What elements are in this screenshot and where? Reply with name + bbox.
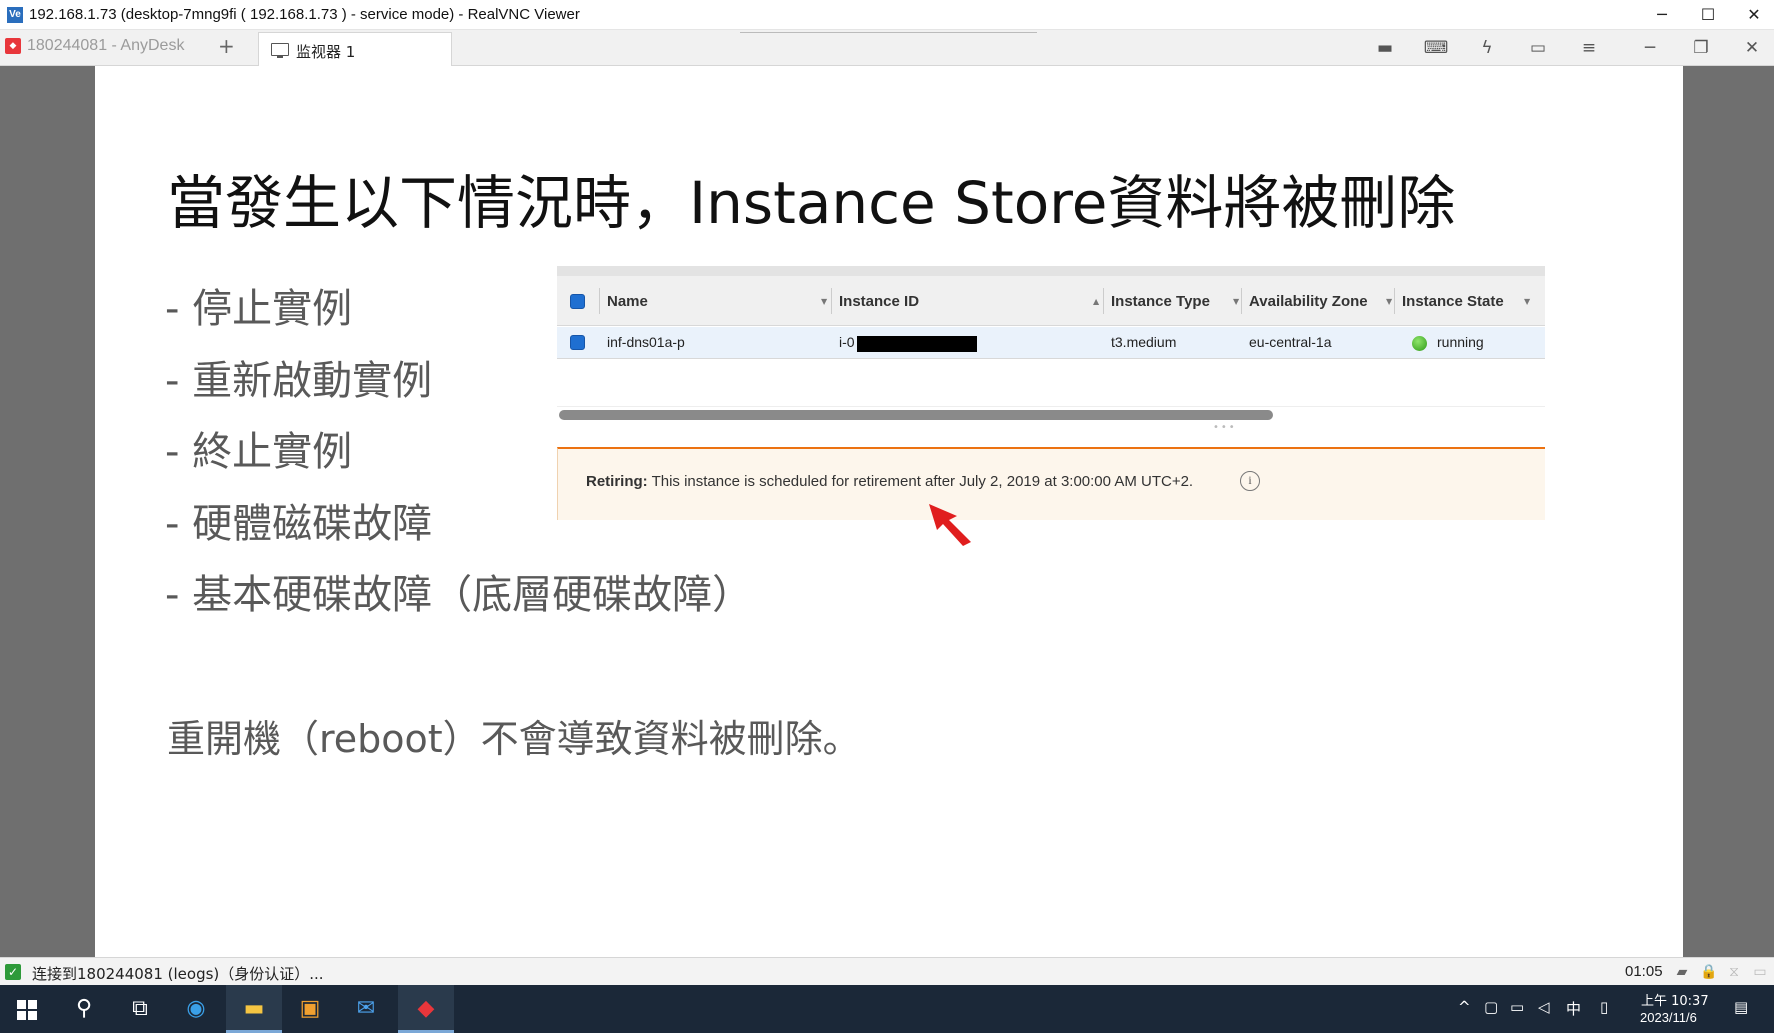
notification-icon[interactable]: ▤ <box>1734 998 1748 1016</box>
task-view-icon[interactable]: ⧉ <box>112 985 168 1033</box>
cell-instance-id: i-0 <box>839 334 855 350</box>
anydesk-logo-icon: ◆ <box>5 38 21 54</box>
tab-monitor-1[interactable]: 监视器 1 <box>258 32 452 67</box>
running-status-icon <box>1412 336 1427 351</box>
transfer-icon: ⧖ <box>1729 964 1739 980</box>
redacted-block <box>857 336 977 352</box>
windows-taskbar: ⚲ ⧉ ◉ ▬ ▣ ✉ ◆ ^ ▢ ▭ ◁ 中 ▯ 上午 10:37 2023/… <box>0 985 1774 1033</box>
aws-console-screenshot: Name ▼ Instance ID ▲ Instance Type ▼ Ava… <box>557 266 1545 588</box>
bullet-item: - 停止實例 <box>165 286 353 332</box>
column-separator <box>1394 288 1395 314</box>
console-top-strip <box>557 266 1545 276</box>
row-checkbox <box>570 335 585 350</box>
ime-mode-icon[interactable]: ▯ <box>1600 998 1608 1016</box>
slide-title: 當發生以下情況時，Instance Store資料將被刪除 <box>167 169 1456 237</box>
edge-icon[interactable]: ◉ <box>168 985 224 1033</box>
header-availability-zone: Availability Zone <box>1249 293 1368 310</box>
instance-row: inf-dns01a-p i-0 t3.medium eu-central-1a… <box>557 327 1545 359</box>
meet-icon[interactable]: ▢ <box>1484 998 1498 1016</box>
header-instance-type: Instance Type <box>1111 293 1210 310</box>
volume-muted-icon[interactable]: ◁ <box>1538 998 1550 1016</box>
minimize-button[interactable]: ─ <box>1639 0 1685 30</box>
action-icon[interactable]: ϟ <box>1465 30 1509 66</box>
retiring-message: This instance is scheduled for retiremen… <box>647 473 1194 490</box>
store-icon[interactable]: ▣ <box>282 985 338 1033</box>
bullet-item: - 硬體磁碟故障 <box>165 501 433 547</box>
cell-instance-state: running <box>1437 334 1484 350</box>
retiring-label: Retiring: <box>586 473 648 490</box>
start-button[interactable] <box>0 985 56 1033</box>
bullet-item: - 終止實例 <box>165 429 353 475</box>
chat-icon[interactable]: ▬ <box>1363 30 1407 66</box>
tray-overflow-icon[interactable]: ^ <box>1458 998 1471 1016</box>
anydesk-icon[interactable]: ◆ <box>398 985 454 1033</box>
anydesk-session-tab[interactable]: ◆ 180244081 - AnyDesk <box>0 30 225 66</box>
bullet-item: - 重新啟動實例 <box>165 358 433 404</box>
header-name: Name <box>607 293 648 310</box>
remote-screen[interactable]: 當發生以下情況時，Instance Store資料將被刪除 - 停止實例 - 重… <box>0 66 1774 957</box>
connection-status: 连接到180244081 (leogs)（身份认证）... <box>32 965 324 983</box>
column-separator <box>1241 288 1242 314</box>
horizontal-scrollbar-thumb <box>559 410 1273 420</box>
column-separator <box>1103 288 1104 314</box>
session-close-button[interactable]: ✕ <box>1730 30 1774 66</box>
connected-check-icon: ✓ <box>5 964 21 980</box>
chat-status-icon[interactable]: ▰ <box>1674 964 1690 980</box>
session-time: 01:05 <box>1625 963 1663 980</box>
retirement-text: Retiring: This instance is scheduled for… <box>586 473 1193 490</box>
session-restore-button[interactable]: ❐ <box>1679 30 1723 66</box>
anydesk-tab-bar: ◆ 180244081 - AnyDesk + 监视器 1 ▬ ⌨ ϟ ▭ ≡ … <box>0 30 1774 67</box>
network-icon[interactable]: ▭ <box>1510 998 1524 1016</box>
cell-instance-type: t3.medium <box>1111 334 1177 350</box>
tab-monitor-label: 监视器 1 <box>296 43 356 61</box>
cell-availability-zone: eu-central-1a <box>1249 334 1332 350</box>
presentation-slide: 當發生以下情況時，Instance Store資料將被刪除 - 停止實例 - 重… <box>95 66 1683 957</box>
lock-icon[interactable]: 🔒 <box>1700 964 1717 980</box>
close-button[interactable]: ✕ <box>1731 0 1774 30</box>
clock-date[interactable]: 2023/11/6 <box>1640 1010 1697 1025</box>
sort-ascending-icon: ▲ <box>1093 297 1100 306</box>
session-minimize-button[interactable]: ─ <box>1628 30 1672 66</box>
red-arrow-icon <box>929 504 971 546</box>
menu-icon[interactable]: ≡ <box>1567 30 1611 66</box>
ime-indicator[interactable]: 中 <box>1566 998 1581 1019</box>
sort-caret-icon: ▼ <box>821 297 828 306</box>
info-icon: i <box>1240 471 1260 491</box>
windows-logo-icon <box>17 1000 37 1020</box>
instances-table-header: Name ▼ Instance ID ▲ Instance Type ▼ Ava… <box>557 276 1545 326</box>
mail-icon[interactable]: ✉ <box>338 985 394 1033</box>
tab-bar-divider <box>740 30 1037 33</box>
clipboard-icon: ▭ <box>1753 964 1767 980</box>
window-title: 192.168.1.73 (desktop-7mng9fi ( 192.168.… <box>29 6 580 23</box>
retirement-notice: Retiring: This instance is scheduled for… <box>557 447 1545 520</box>
window-title-bar: Ve 192.168.1.73 (desktop-7mng9fi ( 192.1… <box>0 0 1774 30</box>
monitor-icon <box>271 43 289 58</box>
clock-time[interactable]: 上午 10:37 <box>1641 990 1709 1009</box>
new-tab-button[interactable]: + <box>218 34 235 58</box>
resize-handle-icon: ••• <box>1213 422 1237 433</box>
anydesk-tab-label: 180244081 - AnyDesk <box>27 37 185 54</box>
file-explorer-icon[interactable]: ▬ <box>226 985 282 1033</box>
sort-caret-icon: ▼ <box>1233 297 1240 306</box>
cell-name: inf-dns01a-p <box>607 334 685 350</box>
status-bar: ✓ 连接到180244081 (leogs)（身份认证）... 01:05 ▰ … <box>0 957 1774 985</box>
column-separator <box>831 288 832 314</box>
header-instance-id: Instance ID <box>839 293 920 310</box>
column-separator <box>599 288 600 314</box>
display-icon[interactable]: ▭ <box>1516 30 1560 66</box>
search-icon[interactable]: ⚲ <box>56 985 112 1033</box>
header-instance-state: Instance State <box>1402 293 1504 310</box>
slide-note: 重開機（reboot）不會導致資料被刪除。 <box>167 717 861 761</box>
sort-caret-icon: ▼ <box>1524 297 1531 306</box>
maximize-button[interactable]: ☐ <box>1685 0 1731 30</box>
keyboard-icon[interactable]: ⌨ <box>1414 30 1458 66</box>
realvnc-icon: Ve <box>7 7 23 23</box>
sort-caret-icon: ▼ <box>1386 297 1393 306</box>
select-all-checkbox <box>570 294 585 309</box>
